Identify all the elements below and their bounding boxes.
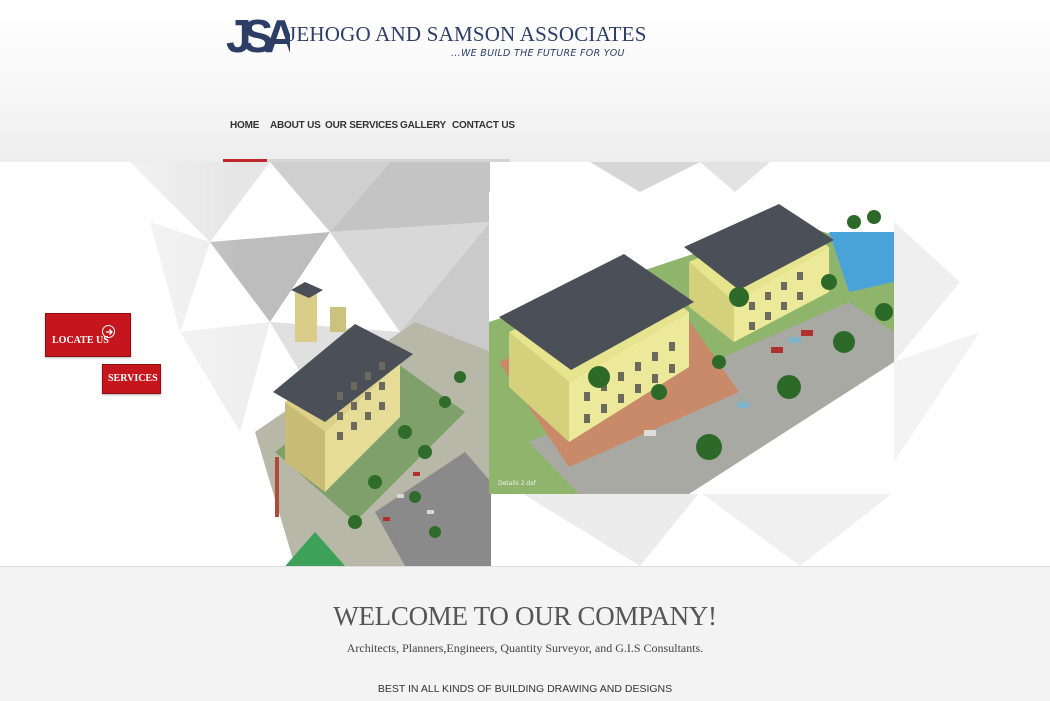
site-header: JSA JEHOGO AND SAMSON ASSOCIATES ...WE B… [0, 0, 1050, 162]
main-nav: HOME ABOUT US OUR SERVICES GALLERY CONTA… [222, 114, 515, 162]
hero-slider: Details 2.dxf LOCATE US SERVICES [0, 162, 1050, 566]
nav-contact-us[interactable]: CONTACT US [452, 120, 515, 131]
logo-mark: JSA [226, 10, 290, 62]
services-button[interactable]: SERVICES [102, 364, 161, 394]
arrow-circle-right-icon [102, 325, 115, 338]
welcome-subtitle: Architects, Planners,Engineers, Quantity… [346, 641, 704, 655]
welcome-tagline: BEST IN ALL KINDS OF BUILDING DRAWING AN… [377, 683, 673, 695]
building-render-right-image [489, 192, 894, 494]
nav-about-us[interactable]: ABOUT US [270, 120, 321, 131]
building-render-left [255, 282, 491, 566]
nav-home[interactable]: HOME [222, 120, 268, 162]
locate-us-label: LOCATE US [52, 335, 109, 346]
building-render-right: Details 2.dxf [489, 192, 894, 494]
services-label: SERVICES [108, 373, 158, 384]
image-caption: Details 2.dxf [498, 480, 536, 487]
locate-us-button[interactable]: LOCATE US [45, 313, 131, 357]
company-tagline: ...WE BUILD THE FUTURE FOR YOU [451, 48, 625, 59]
welcome-section: WELCOME TO OUR COMPANY! Architects, Plan… [0, 566, 1050, 701]
welcome-title: WELCOME TO OUR COMPANY! [333, 601, 717, 631]
nav-our-services[interactable]: OUR SERVICES [325, 120, 398, 131]
logo[interactable]: JSA JEHOGO AND SAMSON ASSOCIATES ...WE B… [226, 6, 646, 68]
company-name: JEHOGO AND SAMSON ASSOCIATES [288, 22, 647, 46]
nav-gallery[interactable]: GALLERY [400, 120, 446, 131]
logo-letters: JSA [226, 10, 290, 62]
